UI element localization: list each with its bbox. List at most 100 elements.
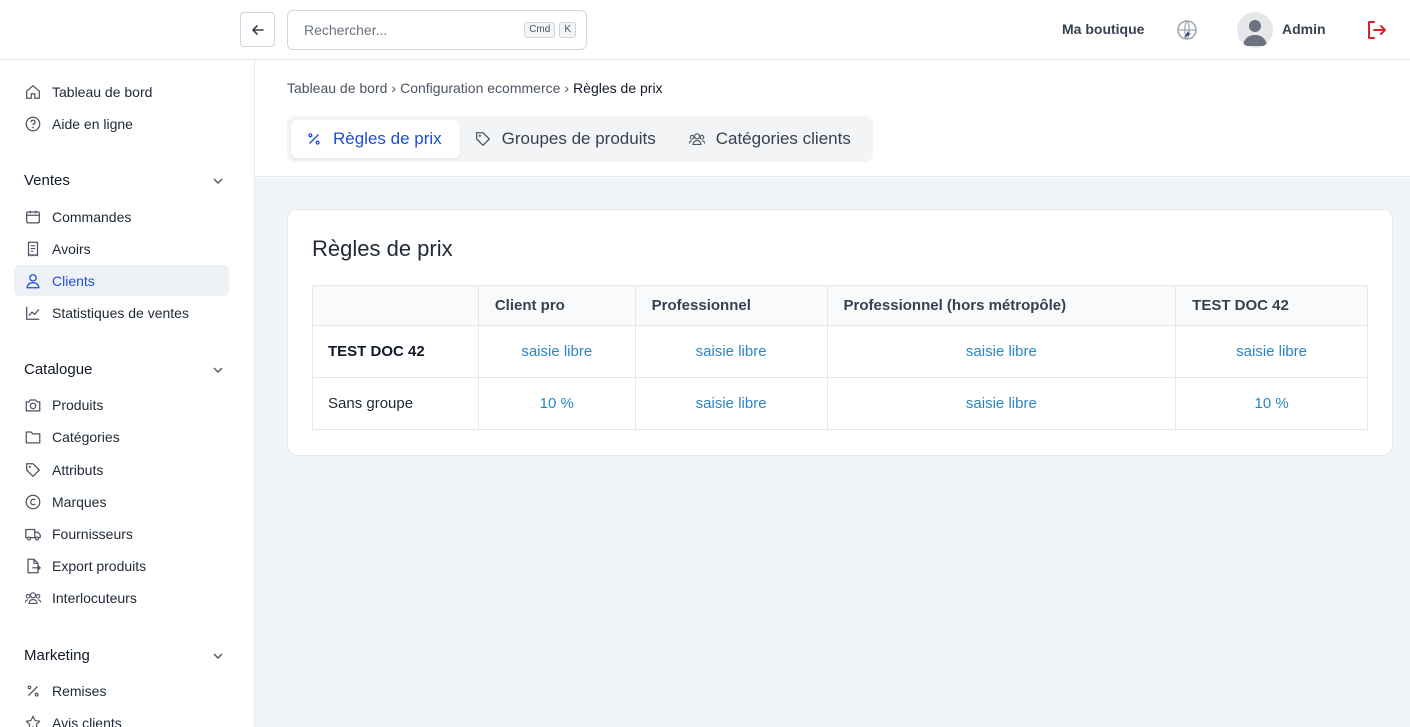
tag-icon	[475, 132, 490, 146]
section-catalogue[interactable]: Catalogue	[24, 361, 224, 378]
column-header: Client pro	[477, 285, 636, 326]
sidebar-item-label: Statistiques de ventes	[52, 304, 189, 321]
sidebar-item-label: Attributs	[52, 461, 104, 478]
price-rule-link[interactable]: 10 %	[540, 395, 574, 412]
shop-link[interactable]: Ma boutique	[1062, 21, 1144, 37]
sidebar-item-remises[interactable]: Remises	[14, 675, 229, 706]
sidebar-item-label: Avoirs	[52, 240, 91, 257]
page-header: Tableau de bord › Configuration ecommerc…	[255, 60, 1410, 177]
sidebar-item-attributs[interactable]: Attributs	[14, 454, 229, 485]
tag-icon	[26, 462, 40, 477]
table-header-row: Client pro Professionnel Professionnel (…	[312, 285, 1368, 326]
breadcrumb-separator: ›	[391, 80, 397, 96]
tab-bar: Règles de prix Groupes de produits Catég…	[287, 116, 873, 162]
search-box[interactable]: Cmd K	[287, 10, 587, 50]
folder-icon	[25, 430, 41, 443]
section-title: Marketing	[24, 647, 90, 664]
table-row: Sans groupe 10 % saisie libre saisie lib…	[312, 377, 1368, 430]
receipt-icon	[27, 241, 39, 256]
sidebar-item-fournisseurs[interactable]: Fournisseurs	[14, 518, 229, 549]
sidebar-item-avoirs[interactable]: Avoirs	[14, 233, 229, 264]
sidebar: Tableau de bord Aide en ligne Ventes Com…	[0, 60, 255, 727]
arrow-left-icon	[251, 24, 264, 35]
card-title: Règles de prix	[312, 236, 453, 261]
column-header: Professionnel (hors métropôle)	[826, 285, 1177, 326]
price-rule-link[interactable]: 10 %	[1254, 395, 1288, 412]
collapse-sidebar-button[interactable]	[240, 12, 275, 47]
section-title: Ventes	[24, 172, 70, 189]
sidebar-item-produits[interactable]: Produits	[14, 389, 229, 420]
table-row: TEST DOC 42 saisie libre saisie libre sa…	[312, 325, 1368, 378]
price-rule-link[interactable]: saisie libre	[966, 343, 1037, 360]
kbd-cmd: Cmd	[524, 22, 556, 38]
breadcrumb: Tableau de bord › Configuration ecommerc…	[287, 80, 663, 96]
section-marketing[interactable]: Marketing	[24, 647, 224, 664]
tab-label: Catégories clients	[715, 129, 851, 148]
row-label: TEST DOC 42	[312, 325, 479, 378]
chart-icon	[26, 306, 40, 320]
user-icon	[26, 273, 40, 288]
logout-icon[interactable]	[1364, 18, 1388, 42]
price-rule-link[interactable]: saisie libre	[1236, 343, 1307, 360]
row-label: Sans groupe	[312, 377, 479, 430]
search-input[interactable]	[304, 22, 521, 38]
price-rule-link[interactable]: saisie libre	[966, 395, 1037, 412]
sidebar-item-marques[interactable]: Marques	[14, 486, 229, 517]
percent-icon	[308, 133, 320, 145]
sidebar-item-label: Fournisseurs	[52, 525, 133, 542]
top-header: Cmd K Ma boutique Admin	[0, 0, 1410, 60]
price-rule-link[interactable]: saisie libre	[696, 343, 767, 360]
sidebar-item-export[interactable]: Export produits	[14, 550, 229, 581]
users-icon	[688, 133, 705, 145]
sidebar-item-categories[interactable]: Catégories	[14, 421, 229, 452]
breadcrumb-link[interactable]: Tableau de bord	[287, 80, 387, 96]
sidebar-item-label: Catégories	[52, 428, 120, 445]
sidebar-item-dashboard[interactable]: Tableau de bord	[14, 76, 229, 107]
chevron-down-icon	[213, 178, 223, 184]
sidebar-item-label: Remises	[52, 682, 107, 699]
kbd-k: K	[559, 22, 576, 38]
export-icon	[27, 558, 41, 573]
sidebar-item-statistiques[interactable]: Statistiques de ventes	[14, 297, 229, 328]
sidebar-item-label: Commandes	[52, 208, 132, 225]
breadcrumb-current: Règles de prix	[573, 80, 663, 96]
price-rules-table: Client pro Professionnel Professionnel (…	[312, 285, 1368, 430]
copyright-icon	[25, 494, 41, 509]
price-rule-link[interactable]: saisie libre	[696, 395, 767, 412]
sidebar-item-label: Interlocuteurs	[52, 589, 137, 606]
price-rules-card: Règles de prix Client pro Professionnel …	[287, 209, 1393, 456]
sidebar-item-commandes[interactable]: Commandes	[14, 201, 229, 232]
users-icon	[24, 591, 42, 604]
column-header: Professionnel	[634, 285, 828, 326]
avatar[interactable]	[1237, 12, 1273, 48]
price-rule-link[interactable]: saisie libre	[521, 343, 592, 360]
breadcrumb-link[interactable]: Configuration ecommerce	[400, 80, 560, 96]
tab-regles-de-prix[interactable]: Règles de prix	[291, 120, 460, 158]
sidebar-item-label: Produits	[52, 396, 104, 413]
column-header	[312, 285, 479, 326]
tab-categories-clients[interactable]: Catégories clients	[674, 120, 869, 158]
sidebar-item-interlocuteurs[interactable]: Interlocuteurs	[14, 582, 229, 613]
globe-icon[interactable]	[1175, 18, 1199, 42]
home-icon	[26, 84, 40, 99]
sidebar-item-label: Clients	[52, 272, 95, 289]
sidebar-item-avis[interactable]: Avis clients	[14, 707, 229, 727]
sidebar-item-label: Avis clients	[52, 714, 122, 727]
tab-label: Règles de prix	[333, 129, 442, 148]
camera-icon	[25, 398, 41, 411]
section-ventes[interactable]: Ventes	[24, 172, 224, 189]
sidebar-item-help[interactable]: Aide en ligne	[14, 108, 229, 139]
main-content: Règles de prix Client pro Professionnel …	[255, 178, 1410, 727]
sidebar-item-label: Export produits	[52, 557, 147, 574]
calendar-icon	[26, 210, 40, 223]
star-icon	[25, 715, 41, 727]
breadcrumb-separator: ›	[564, 80, 570, 96]
user-name[interactable]: Admin	[1282, 21, 1326, 37]
chevron-down-icon	[213, 653, 223, 659]
tab-groupes-de-produits[interactable]: Groupes de produits	[460, 120, 674, 158]
sidebar-item-clients[interactable]: Clients	[14, 265, 229, 296]
sidebar-item-label: Aide en ligne	[52, 115, 133, 132]
sidebar-item-label: Marques	[52, 493, 107, 510]
percent-icon	[27, 684, 39, 697]
column-header: TEST DOC 42	[1175, 285, 1368, 326]
